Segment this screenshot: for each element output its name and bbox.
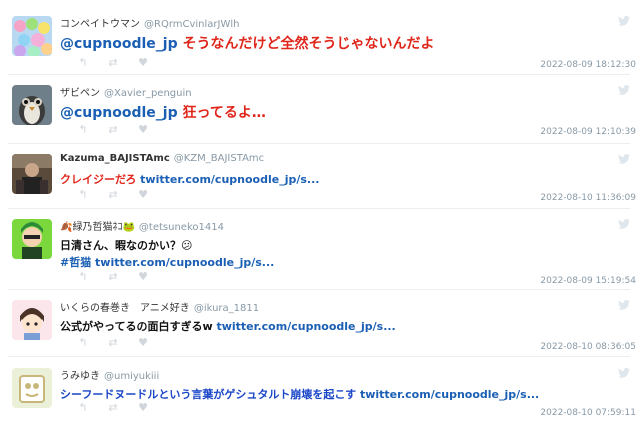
- tweet-card[interactable]: いくらの春巻き アニメ好き @ikura_1811 公式がやってるの面白すぎるw …: [8, 292, 636, 357]
- retweet-icon[interactable]: ⇄: [102, 188, 124, 201]
- tweet-text-line2: #哲猫 twitter.com/cupnoodle_jp/s...: [60, 254, 274, 270]
- tweet-link[interactable]: twitter.com/cupnoodle_jp/s...: [136, 173, 319, 186]
- avatar[interactable]: [12, 85, 52, 125]
- timestamp[interactable]: 2022-08-09 18:12:30: [540, 60, 636, 70]
- user-name[interactable]: いくらの春巻き アニメ好き: [60, 303, 190, 314]
- tweet-text: @cupnoodle_jp 狂ってるよ…: [60, 102, 266, 122]
- user-name[interactable]: コンペイトウマン: [60, 19, 140, 30]
- timestamp[interactable]: 2022-08-10 07:59:11: [540, 408, 636, 418]
- reply-icon[interactable]: ↰: [72, 401, 94, 414]
- retweet-icon[interactable]: ⇄: [102, 56, 124, 69]
- user-name[interactable]: 🍂緑乃哲猫ﾈｺ🐸: [60, 222, 135, 233]
- like-icon[interactable]: ♥: [132, 56, 154, 69]
- tweet-body: 狂ってるよ…: [177, 105, 266, 121]
- avatar[interactable]: [12, 219, 52, 259]
- tweet-text: @cupnoodle_jp そうなんだけど全然そうじゃないんだよ: [60, 33, 435, 53]
- reply-icon[interactable]: ↰: [72, 56, 94, 69]
- avatar[interactable]: [12, 300, 52, 340]
- like-icon[interactable]: ♥: [132, 270, 154, 283]
- like-icon[interactable]: ♥: [132, 336, 154, 349]
- timestamp[interactable]: 2022-08-09 15:19:54: [540, 276, 636, 286]
- user-name[interactable]: Kazuma_BAJISTAmc: [60, 153, 170, 164]
- tweet-header: うみゆき @umiyukiii: [60, 367, 159, 382]
- retweet-icon[interactable]: ⇄: [102, 336, 124, 349]
- retweet-icon[interactable]: ⇄: [102, 270, 124, 283]
- tweet-actions: ↰ ⇄ ♥: [72, 123, 162, 136]
- tweet-header: Kazuma_BAJISTAmc @KZM_BAJISTAmc: [60, 153, 264, 164]
- tweet-card[interactable]: うみゆき @umiyukiii シーフードヌードルという言葉がゲシュタルト崩壊を起…: [8, 360, 636, 428]
- reply-icon[interactable]: ↰: [72, 123, 94, 136]
- user-name[interactable]: ザビペン: [60, 88, 100, 99]
- user-name[interactable]: うみゆき: [60, 371, 100, 382]
- timestamp[interactable]: 2022-08-10 11:36:09: [540, 193, 636, 203]
- twitter-bird-icon: [618, 154, 630, 164]
- user-handle[interactable]: @umiyukiii: [104, 371, 159, 382]
- tweet-body: そうなんだけど全然そうじゃないんだよ: [177, 36, 435, 52]
- tweet-link[interactable]: twitter.com/cupnoodle_jp/s...: [356, 388, 539, 401]
- avatar[interactable]: [12, 154, 52, 194]
- twitter-bird-icon: [618, 300, 630, 310]
- retweet-icon[interactable]: ⇄: [102, 123, 124, 136]
- tweet-text: シーフードヌードルという言葉がゲシュタルト崩壊を起こす twitter.com/…: [60, 386, 539, 402]
- reply-icon[interactable]: ↰: [72, 188, 94, 201]
- user-handle[interactable]: @KZM_BAJISTAmc: [174, 153, 264, 164]
- avatar[interactable]: [12, 16, 52, 56]
- user-handle[interactable]: @RQrmCvinlarJWlh: [144, 19, 239, 30]
- mention-link[interactable]: @cupnoodle_jp: [60, 36, 178, 52]
- tweet-actions: ↰ ⇄ ♥: [72, 401, 162, 414]
- tweet-card[interactable]: コンペイトウマン @RQrmCvinlarJWlh @cupnoodle_jp そ…: [8, 8, 636, 75]
- tweet-body: シーフードヌードルという言葉がゲシュタルト崩壊を起こす: [60, 388, 357, 401]
- tweet-body: 公式がやってるの面白すぎるw: [60, 320, 213, 333]
- twitter-bird-icon: [618, 368, 630, 378]
- user-handle[interactable]: @tetsuneko1414: [139, 222, 224, 233]
- tweet-header: 🍂緑乃哲猫ﾈｺ🐸 @tetsuneko1414: [60, 218, 224, 233]
- mention-link[interactable]: @cupnoodle_jp: [60, 105, 178, 121]
- tweet-card[interactable]: 🍂緑乃哲猫ﾈｺ🐸 @tetsuneko1414 日清さん、暇なのかい？😕 #哲猫 …: [8, 211, 636, 290]
- tweet-link[interactable]: twitter.com/cupnoodle_jp/s...: [213, 320, 395, 333]
- tweet-text: 日清さん、暇なのかい？😕: [60, 237, 192, 253]
- reply-icon[interactable]: ↰: [72, 336, 94, 349]
- tweet-feed: コンペイトウマン @RQrmCvinlarJWlh @cupnoodle_jp そ…: [0, 0, 640, 433]
- tweet-actions: ↰ ⇄ ♥: [72, 336, 162, 349]
- like-icon[interactable]: ♥: [132, 123, 154, 136]
- avatar[interactable]: [12, 368, 52, 408]
- tweet-card[interactable]: ザビペン @Xavier_penguin @cupnoodle_jp 狂ってるよ……: [8, 77, 636, 144]
- twitter-bird-icon: [618, 85, 630, 95]
- user-handle[interactable]: @Xavier_penguin: [104, 88, 192, 99]
- tweet-card[interactable]: Kazuma_BAJISTAmc @KZM_BAJISTAmc クレイジーだろ t…: [8, 146, 636, 209]
- reply-icon[interactable]: ↰: [72, 270, 94, 283]
- retweet-icon[interactable]: ⇄: [102, 401, 124, 414]
- tweet-actions: ↰ ⇄ ♥: [72, 270, 162, 283]
- tweet-text: クレイジーだろ twitter.com/cupnoodle_jp/s...: [60, 171, 319, 187]
- timestamp[interactable]: 2022-08-10 08:36:05: [540, 342, 636, 352]
- tweet-header: いくらの春巻き アニメ好き @ikura_1811: [60, 299, 259, 314]
- tweet-body: クレイジーだろ: [60, 173, 137, 186]
- tweet-text: 公式がやってるの面白すぎるw twitter.com/cupnoodle_jp/…: [60, 318, 396, 334]
- timestamp[interactable]: 2022-08-09 12:10:39: [540, 127, 636, 137]
- tweet-header: コンペイトウマン @RQrmCvinlarJWlh: [60, 15, 239, 30]
- hashtag-link[interactable]: #哲猫: [60, 256, 91, 269]
- tweet-link[interactable]: twitter.com/cupnoodle_jp/s...: [91, 256, 274, 269]
- like-icon[interactable]: ♥: [132, 401, 154, 414]
- tweet-header: ザビペン @Xavier_penguin: [60, 84, 192, 99]
- tweet-actions: ↰ ⇄ ♥: [72, 188, 162, 201]
- tweet-actions: ↰ ⇄ ♥: [72, 56, 162, 69]
- tweet-body: 日清さん、暇なのかい？😕: [60, 239, 193, 252]
- like-icon[interactable]: ♥: [132, 188, 154, 201]
- twitter-bird-icon: [618, 16, 630, 26]
- twitter-bird-icon: [618, 219, 630, 229]
- user-handle[interactable]: @ikura_1811: [194, 303, 259, 314]
